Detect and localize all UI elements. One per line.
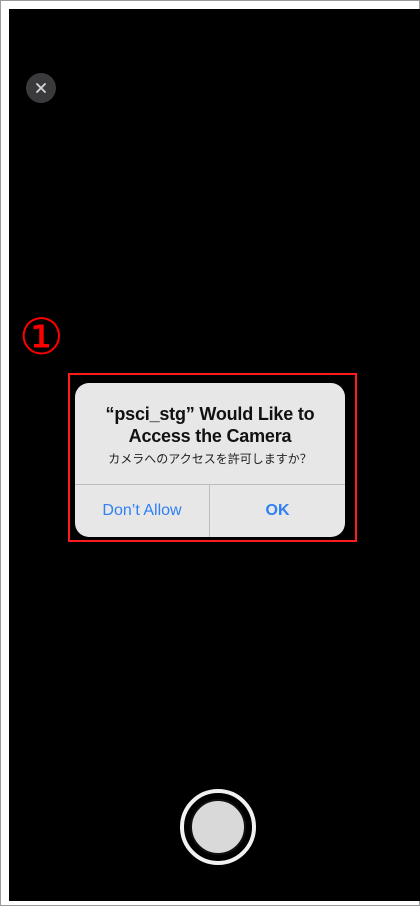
- alert-title: “psci_stg” Would Like to Access the Came…: [105, 404, 315, 446]
- ok-button[interactable]: OK: [210, 485, 345, 537]
- annotation-number: ①: [19, 308, 64, 366]
- phone-frame: ① “psci_stg” Would Like to Access the Ca…: [0, 0, 420, 906]
- shutter-inner-circle: [190, 799, 246, 855]
- close-icon: [35, 79, 47, 97]
- dont-allow-button[interactable]: Don’t Allow: [75, 485, 209, 537]
- alert-message: カメラへのアクセスを許可しますか？: [108, 452, 312, 466]
- camera-permission-alert: “psci_stg” Would Like to Access the Came…: [75, 383, 345, 537]
- close-button[interactable]: [26, 73, 56, 103]
- shutter-button[interactable]: [180, 789, 256, 865]
